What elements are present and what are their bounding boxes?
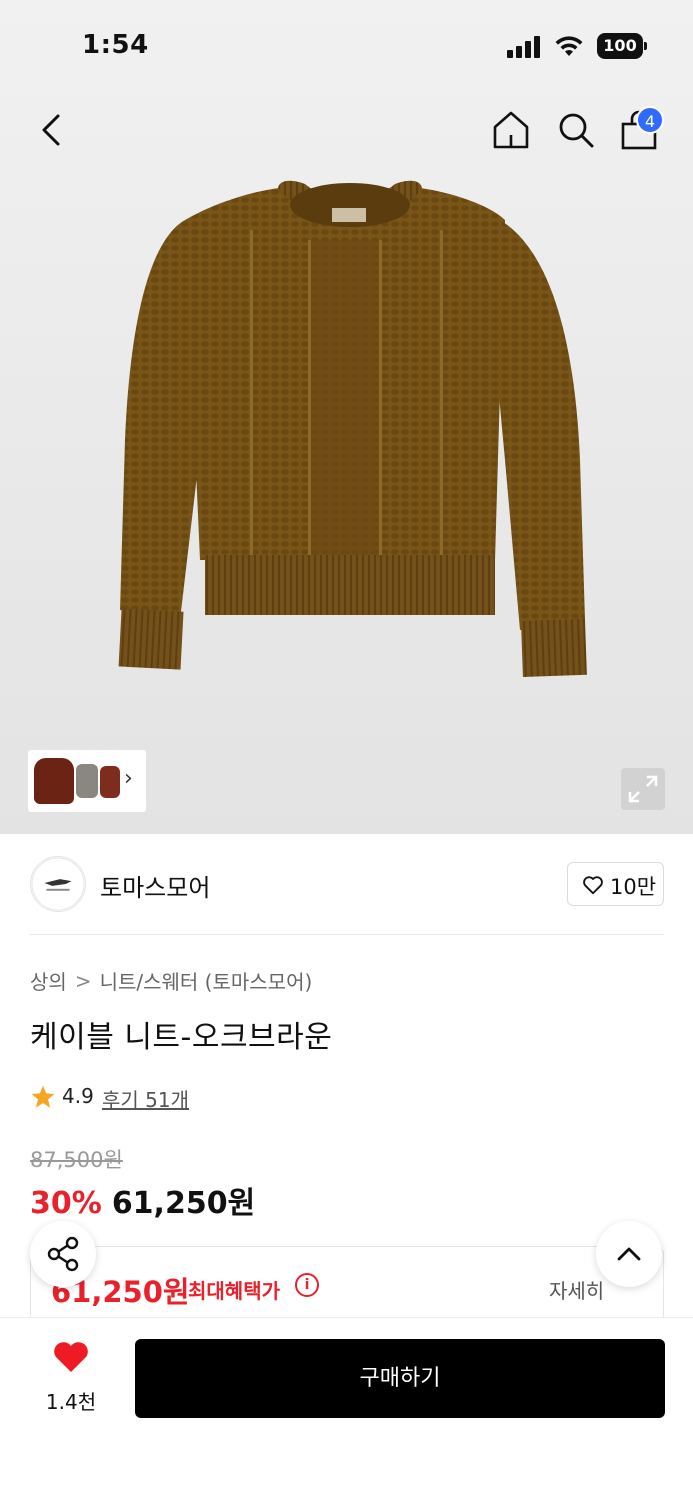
sale-price: 61,250원 (111, 1186, 256, 1221)
breadcrumb-category[interactable]: 상의 (30, 970, 67, 994)
info-icon[interactable]: i (295, 1273, 319, 1297)
max-benefit-label: 최대혜택가 (188, 1279, 280, 1303)
back-arrow-icon[interactable] (34, 110, 68, 150)
price-row: 30% 61,250원 (30, 1178, 255, 1222)
buy-button[interactable]: 구매하기 (135, 1339, 665, 1418)
benefit-detail-link[interactable]: 자세히 (549, 1275, 604, 1304)
original-price: 87,500원 (30, 1148, 123, 1172)
search-icon[interactable] (554, 108, 598, 152)
color-variant-thumbnails[interactable]: › (28, 750, 146, 812)
battery-level: 100 (597, 33, 643, 59)
brand-like-button[interactable]: 10만 (567, 862, 664, 906)
status-time: 1:54 (82, 30, 149, 60)
brand-name[interactable]: 토마스모어 (100, 868, 210, 903)
breadcrumb: 상의 > 니트/스웨터 (토마스모어) (30, 966, 312, 995)
home-icon[interactable] (489, 108, 533, 152)
chevron-right-icon[interactable]: › (124, 766, 133, 791)
brand-like-count: 10만 (610, 875, 657, 899)
breadcrumb-subcategory[interactable]: 니트/스웨터 (토마스모어) (100, 970, 313, 994)
discount-rate: 30% (30, 1186, 102, 1221)
product-image-area: 1:54 100 4 › (0, 0, 693, 834)
heart-filled-icon (54, 1342, 88, 1372)
thumbnail-gray[interactable] (76, 764, 98, 798)
review-count-link[interactable]: 후기 51개 (102, 1084, 189, 1113)
product-photo-sweater (118, 180, 587, 677)
share-button[interactable] (30, 1221, 96, 1287)
battery-indicator: 100 (597, 33, 647, 59)
brand-logo[interactable] (30, 856, 86, 912)
star-icon (31, 1085, 55, 1108)
thumbnail-red-brown[interactable] (100, 766, 120, 798)
expand-icon[interactable] (621, 768, 665, 810)
scroll-to-top-button[interactable] (596, 1221, 662, 1287)
cart-count-badge: 4 (636, 106, 664, 134)
chevron-right-icon: > (74, 968, 92, 993)
wishlist-count: 1.4천 (45, 1390, 97, 1414)
divider (30, 934, 664, 935)
thumbnail-brown[interactable] (34, 758, 74, 804)
heart-outline-icon (583, 876, 603, 895)
cellular-signal-icon (507, 36, 540, 58)
wifi-icon (555, 36, 583, 56)
wishlist-button[interactable]: 1.4천 (36, 1340, 106, 1416)
product-title: 케이블 니트-오크브라운 (30, 1020, 333, 1055)
status-bar: 1:54 100 (0, 0, 693, 90)
rating-score: 4.9 (62, 1084, 94, 1108)
